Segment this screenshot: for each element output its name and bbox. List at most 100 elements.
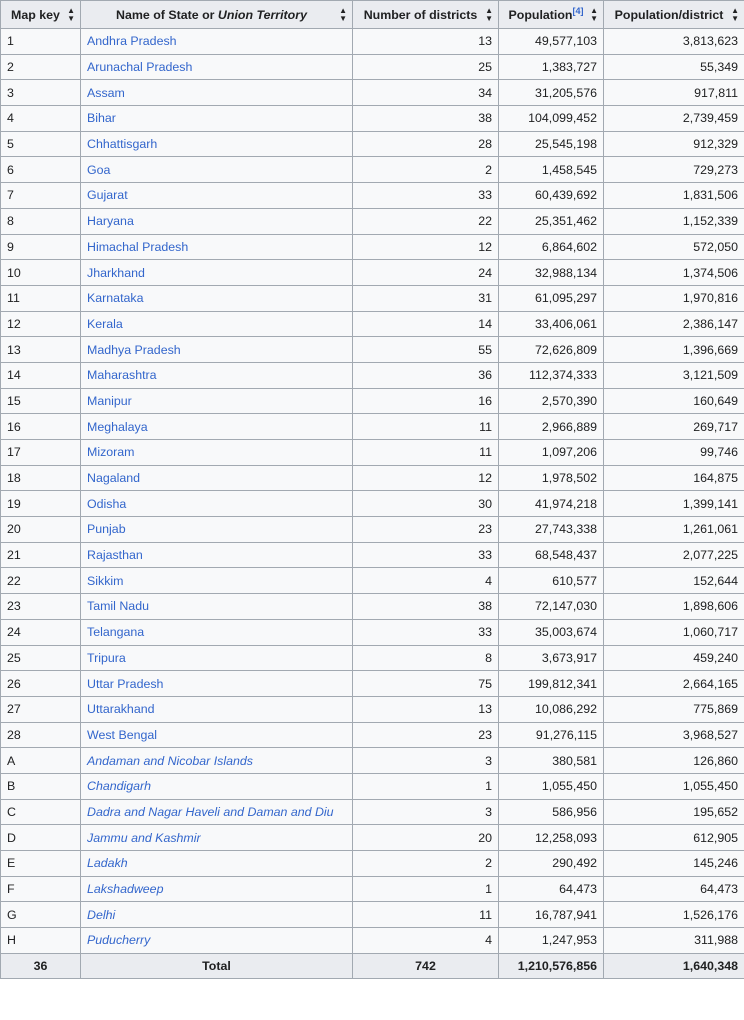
population-cell: 61,095,297 [498, 284, 604, 312]
map-key-cell: 12 [0, 310, 81, 338]
region-link[interactable]: Bihar [87, 111, 116, 125]
districts-cell: 16 [352, 387, 499, 415]
name-cell: Rajasthan [80, 541, 353, 569]
region-link[interactable]: Madhya Pradesh [87, 343, 181, 357]
region-link[interactable]: Lakshadweep [87, 882, 163, 896]
districts-cell: 8 [352, 644, 499, 672]
region-link[interactable]: Dadra and Nagar Haveli and Daman and Diu [87, 805, 334, 819]
name-cell: Dadra and Nagar Haveli and Daman and Diu [80, 798, 353, 826]
table-row: 22 Sikkim 4 610,577 152,644 [0, 567, 744, 595]
table-row: 4 Bihar 38 104,099,452 2,739,459 [0, 105, 744, 132]
header-name-italic: Union Territory [217, 7, 307, 22]
per-district-cell: 1,831,506 [603, 182, 744, 209]
region-link[interactable]: Sikkim [87, 574, 123, 588]
reference-link[interactable]: [4] [573, 5, 584, 15]
map-key-cell: 14 [0, 361, 81, 389]
total-key: 36 [0, 952, 81, 980]
table-body: 1 Andhra Pradesh 13 49,577,103 3,813,623 2 Aru… [0, 28, 744, 954]
districts-cell: 33 [352, 618, 499, 646]
region-link[interactable]: Mizoram [87, 445, 135, 459]
population-cell: 112,374,333 [498, 361, 604, 389]
region-link[interactable]: Chandigarh [87, 779, 151, 793]
region-link[interactable]: Maharashtra [87, 368, 157, 382]
region-link[interactable]: Goa [87, 163, 110, 177]
region-link[interactable]: Tripura [87, 651, 126, 665]
per-district-cell: 2,664,165 [603, 670, 744, 697]
region-link[interactable]: Jharkhand [87, 266, 145, 280]
districts-cell: 25 [352, 53, 499, 81]
population-cell: 72,147,030 [498, 593, 604, 620]
per-district-cell: 1,396,669 [603, 336, 744, 363]
region-link[interactable]: Telangana [87, 625, 144, 639]
region-link[interactable]: Meghalaya [87, 420, 148, 434]
map-key-cell: 1 [0, 28, 81, 55]
name-cell: Sikkim [80, 567, 353, 595]
districts-cell: 3 [352, 747, 499, 774]
name-cell: Bihar [80, 105, 353, 132]
per-district-cell: 1,970,816 [603, 284, 744, 312]
header-per-district[interactable]: Population/district ▲ ▼ [603, 0, 744, 29]
region-link[interactable]: Jammu and Kashmir [87, 831, 201, 845]
region-link[interactable]: Uttarakhand [87, 702, 155, 716]
name-cell: Chandigarh [80, 772, 353, 800]
table-row: C Dadra and Nagar Haveli and Daman and Di… [0, 798, 744, 826]
districts-cell: 12 [352, 233, 499, 261]
population-cell: 35,003,674 [498, 618, 604, 646]
region-link[interactable]: Manipur [87, 394, 132, 408]
region-link[interactable]: Andhra Pradesh [87, 34, 177, 48]
region-link[interactable]: Punjab [87, 522, 126, 536]
population-cell: 586,956 [498, 798, 604, 826]
region-link[interactable]: Himachal Pradesh [87, 240, 188, 254]
reference-anchor[interactable]: [4] [573, 5, 584, 15]
region-link[interactable]: Delhi [87, 908, 115, 922]
districts-cell: 11 [352, 439, 499, 466]
region-link[interactable]: West Bengal [87, 728, 157, 742]
region-link[interactable]: Odisha [87, 497, 126, 511]
region-link[interactable]: Assam [87, 86, 125, 100]
population-cell: 199,812,341 [498, 670, 604, 697]
table-row: 26 Uttar Pradesh 75 199,812,341 2,664,165 [0, 670, 744, 697]
map-key-cell: F [0, 875, 81, 903]
map-key-cell: C [0, 798, 81, 826]
map-key-cell: 15 [0, 387, 81, 415]
total-districts: 742 [352, 952, 499, 980]
region-link[interactable]: Ladakh [87, 856, 128, 870]
header-districts[interactable]: Number of districts ▲ ▼ [352, 0, 499, 29]
region-link[interactable]: Uttar Pradesh [87, 677, 163, 691]
districts-cell: 75 [352, 670, 499, 697]
region-link[interactable]: Nagaland [87, 471, 140, 485]
region-link[interactable]: Puducherry [87, 933, 150, 947]
population-cell: 68,548,437 [498, 541, 604, 569]
table-row: 21 Rajasthan 33 68,548,437 2,077,225 [0, 541, 744, 569]
header-population[interactable]: Population[4] ▲ ▼ [498, 0, 604, 29]
map-key-cell: 11 [0, 284, 81, 312]
header-row: Map key ▲ ▼ Name of State or Union Territ… [0, 0, 744, 29]
population-cell: 1,055,450 [498, 772, 604, 800]
map-key-cell: 25 [0, 644, 81, 672]
table-row: F Lakshadweep 1 64,473 64,473 [0, 875, 744, 903]
districts-cell: 13 [352, 28, 499, 55]
table-row: 8 Haryana 22 25,351,462 1,152,339 [0, 207, 744, 235]
name-cell: Lakshadweep [80, 875, 353, 903]
region-link[interactable]: Kerala [87, 317, 123, 331]
header-map-key[interactable]: Map key ▲ ▼ [0, 0, 81, 29]
region-link[interactable]: Gujarat [87, 188, 128, 202]
region-link[interactable]: Arunachal Pradesh [87, 60, 192, 74]
map-key-cell: H [0, 927, 81, 954]
region-link[interactable]: Karnataka [87, 291, 143, 305]
table-row: 27 Uttarakhand 13 10,086,292 775,869 [0, 695, 744, 723]
region-link[interactable]: Rajasthan [87, 548, 143, 562]
region-link[interactable]: Tamil Nadu [87, 599, 149, 613]
districts-cell: 33 [352, 541, 499, 569]
population-cell: 41,974,218 [498, 490, 604, 518]
header-districts-label: Number of districts [363, 7, 478, 22]
header-name-label: Name of State or [116, 7, 218, 22]
table-row: G Delhi 11 16,787,941 1,526,176 [0, 901, 744, 929]
region-link[interactable]: Chhattisgarh [87, 137, 157, 151]
per-district-cell: 126,860 [603, 747, 744, 774]
region-link[interactable]: Andaman and Nicobar Islands [87, 754, 253, 768]
name-cell: Ladakh [80, 850, 353, 877]
header-map-key-label: Map key [11, 7, 60, 22]
header-name[interactable]: Name of State or Union Territory ▲ ▼ [80, 0, 353, 29]
region-link[interactable]: Haryana [87, 214, 134, 228]
